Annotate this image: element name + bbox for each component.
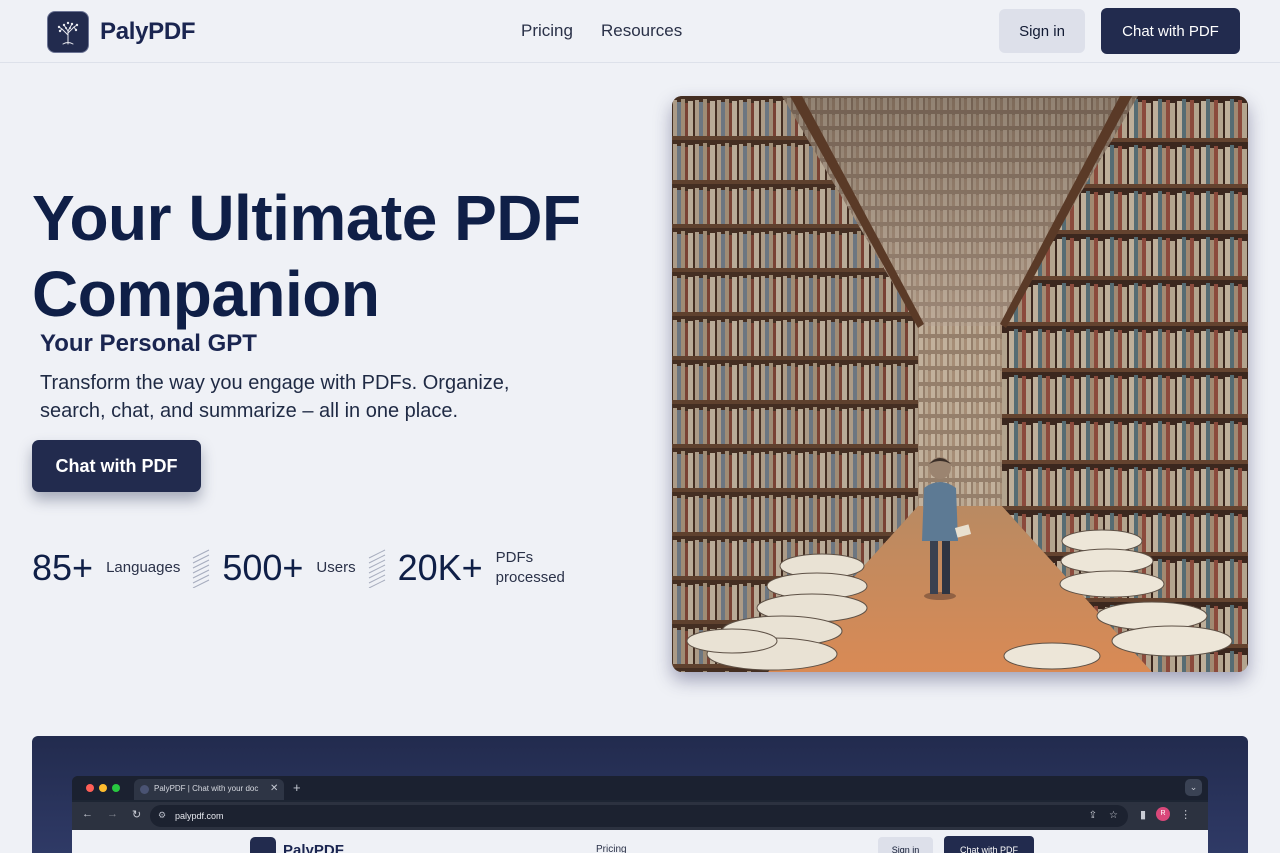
stat-languages-value: 85+ (32, 547, 94, 588)
library-hero-image (672, 96, 1248, 672)
hatch-divider-icon (193, 549, 210, 588)
new-tab-icon[interactable]: + (293, 780, 301, 795)
preview-chat-with-pdf-button: Chat with PDF (944, 836, 1034, 853)
hero-description: Transform the way you engage with PDFs. … (40, 372, 510, 422)
browser-address-bar: ← → ↻ ⚙ palypdf.com ⇪ ☆ ▮ R ⋮ (72, 802, 1208, 830)
bookmark-star-icon[interactable]: ☆ (1109, 810, 1118, 821)
preview-pricing-link: Pricing (596, 844, 627, 853)
browser-window-mockup: PalyPDF | Chat with your doc ✕ + ⌄ ← → ↻… (72, 776, 1208, 853)
top-navbar: PalyPDF Pricing Resources Sign in Chat w… (0, 0, 1280, 63)
url-actions: ⇪ ☆ (1089, 810, 1118, 821)
embedded-page-preview: PalyPDF Pricing Sign in Chat with PDF (72, 830, 1208, 853)
browser-toolbar-right: ▮ R ⋮ (1140, 807, 1191, 821)
main-nav: Pricing Resources (521, 21, 682, 41)
stat-languages-label: Languages (106, 559, 181, 576)
preview-brand-logo: PalyPDF (250, 837, 344, 853)
library-bookshelves-illustration-icon (672, 96, 1248, 672)
brand-name: PalyPDF (100, 18, 196, 45)
sign-in-button[interactable]: Sign in (999, 9, 1085, 53)
window-minimize-dot-icon (99, 784, 107, 792)
tab-title: PalyPDF | Chat with your doc (154, 784, 259, 793)
brand-logo[interactable]: PalyPDF (47, 11, 196, 53)
side-panel-icon[interactable]: ▮ (1140, 808, 1146, 821)
browser-menu-icon[interactable]: ⋮ (1180, 808, 1191, 821)
hatch-divider-icon (368, 549, 385, 588)
browser-nav-controls: ← → ↻ (82, 808, 141, 821)
preview-sign-in-button: Sign in (878, 837, 933, 853)
tree-logo-icon (47, 11, 89, 53)
forward-arrow-icon[interactable]: → (107, 808, 118, 821)
browser-tab[interactable]: PalyPDF | Chat with your doc ✕ (134, 779, 284, 800)
window-maximize-dot-icon (112, 784, 120, 792)
back-arrow-icon[interactable]: ← (82, 808, 93, 821)
stat-users-label: Users (316, 559, 356, 576)
hero-chat-with-pdf-button[interactable]: Chat with PDF (32, 440, 201, 492)
hero-subtitle: Your Personal GPT (40, 330, 257, 357)
nav-resources-link[interactable]: Resources (601, 21, 682, 41)
site-settings-icon[interactable]: ⚙ (158, 810, 166, 821)
product-demo-panel: PalyPDF | Chat with your doc ✕ + ⌄ ← → ↻… (32, 736, 1248, 853)
url-text: palypdf.com (175, 811, 224, 821)
window-close-dot-icon (86, 784, 94, 792)
reload-icon[interactable]: ↻ (132, 808, 141, 821)
tab-close-icon[interactable]: ✕ (270, 783, 278, 794)
stat-users-value: 500+ (222, 547, 304, 588)
stat-pdfs-label: PDFs processed (495, 549, 565, 586)
preview-brand-name: PalyPDF (283, 841, 344, 853)
stats-row: 85+ Languages 500+ Users 20K+ PDFs proce… (32, 544, 576, 592)
favicon-icon (140, 785, 149, 794)
browser-tab-bar: PalyPDF | Chat with your doc ✕ + ⌄ (72, 776, 1208, 800)
share-icon[interactable]: ⇪ (1089, 810, 1097, 821)
tab-search-chevron-icon[interactable]: ⌄ (1185, 779, 1202, 796)
nav-pricing-link[interactable]: Pricing (521, 21, 573, 41)
hero-title: Your Ultimate PDF Companion (32, 182, 581, 330)
preview-tree-logo-icon (250, 837, 276, 853)
url-field[interactable]: ⚙ palypdf.com ⇪ ☆ (150, 805, 1128, 827)
profile-avatar[interactable]: R (1156, 807, 1171, 821)
stat-pdfs-value: 20K+ (397, 547, 483, 588)
header-chat-with-pdf-button[interactable]: Chat with PDF (1101, 8, 1240, 54)
